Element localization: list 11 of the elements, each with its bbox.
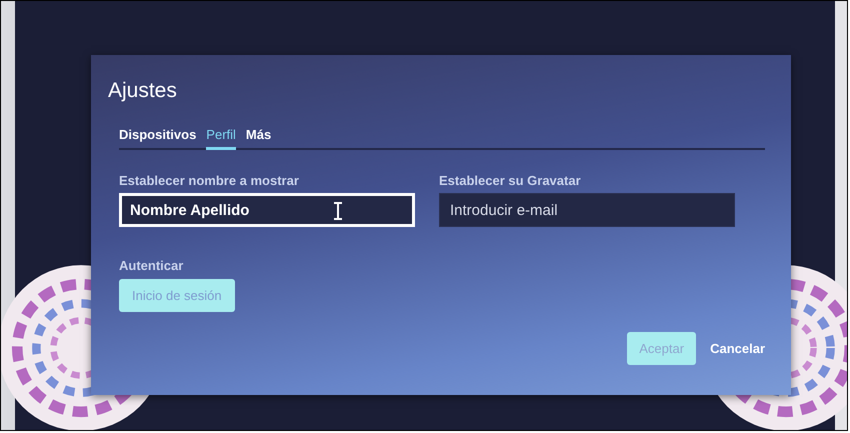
tab[interactable]: Dispositivos <box>119 125 196 150</box>
text-cursor-icon <box>333 202 343 220</box>
input-field[interactable]: Introducir e-mail <box>439 193 735 227</box>
tab[interactable]: Perfil <box>206 125 236 150</box>
cancel-button[interactable]: Cancelar <box>710 332 765 365</box>
section-label: Autenticar <box>119 258 184 273</box>
input-field[interactable]: Nombre Apellido <box>119 193 415 227</box>
tab[interactable]: Más <box>246 125 272 150</box>
field-label: Establecer su Gravatar <box>439 173 582 188</box>
field-label: Establecer nombre a mostrar <box>119 173 300 188</box>
dialog-title: Ajustes <box>108 79 178 103</box>
